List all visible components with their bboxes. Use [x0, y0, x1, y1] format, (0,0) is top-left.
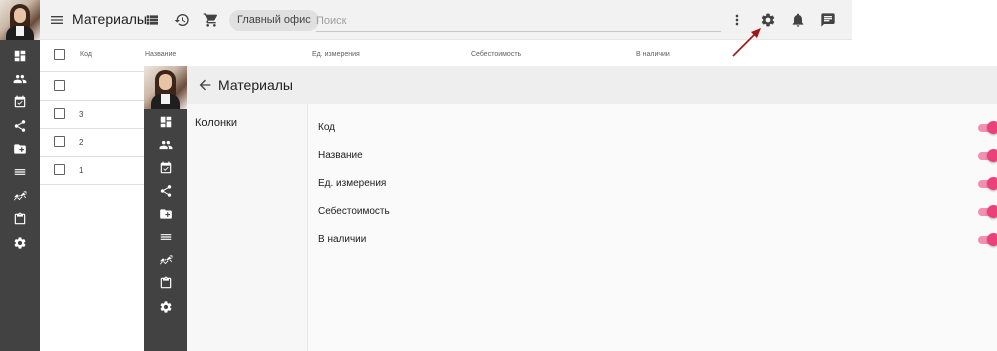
- cart-icon[interactable]: [203, 12, 219, 28]
- page-title: Материалы: [72, 11, 147, 27]
- columns-panel: Код Название Ед. измерения Себестоимость…: [307, 104, 997, 351]
- settings-nav: Колонки: [187, 104, 307, 351]
- front-sidebar: [144, 66, 187, 351]
- divider: [40, 128, 144, 129]
- gear-icon[interactable]: [12, 235, 28, 251]
- annotation-arrow-icon: [732, 28, 761, 57]
- column-toggle[interactable]: [978, 121, 997, 135]
- column-label: Себестоимость: [318, 206, 390, 217]
- clipboard-icon[interactable]: [12, 211, 28, 227]
- row-checkbox[interactable]: [54, 136, 65, 147]
- column-label: Код: [318, 122, 336, 133]
- gear-icon[interactable]: [158, 299, 174, 315]
- trend-icon[interactable]: [158, 252, 174, 268]
- column-row: Код: [318, 121, 997, 135]
- history-icon[interactable]: [174, 12, 190, 28]
- row-code: 2: [79, 138, 84, 147]
- people-icon[interactable]: [158, 137, 174, 153]
- people-icon[interactable]: [12, 71, 28, 87]
- folder-icon[interactable]: [12, 141, 28, 157]
- bell-icon[interactable]: [790, 12, 806, 28]
- column-header[interactable]: В наличии: [636, 51, 670, 58]
- column-row: Ед. измерения: [318, 177, 997, 191]
- divider: [40, 184, 144, 185]
- office-chip[interactable]: Главный офис: [229, 10, 319, 31]
- row-code: 1: [79, 166, 84, 175]
- column-row: Название: [318, 149, 997, 163]
- column-header[interactable]: Ед. измерения: [312, 51, 360, 58]
- share-icon[interactable]: [158, 183, 174, 199]
- column-label: В наличии: [318, 234, 367, 245]
- column-row: В наличии: [318, 233, 997, 247]
- row-checkbox[interactable]: [54, 80, 65, 91]
- avatar[interactable]: [144, 66, 187, 109]
- event-check-icon[interactable]: [12, 94, 28, 110]
- divider: [40, 156, 144, 157]
- chat-icon[interactable]: [820, 12, 836, 28]
- list-icon[interactable]: [12, 164, 28, 180]
- list-icon[interactable]: [158, 229, 174, 245]
- column-settings-window: Материалы Колонки Код Название Ед. измер…: [144, 66, 997, 351]
- trend-icon[interactable]: [12, 188, 28, 204]
- back-sidebar: [0, 0, 40, 351]
- column-toggle[interactable]: [978, 205, 997, 219]
- clipboard-icon[interactable]: [158, 275, 174, 291]
- divider: [40, 71, 144, 72]
- row-checkbox[interactable]: [54, 108, 65, 119]
- column-header[interactable]: Название: [145, 51, 176, 58]
- column-row: Себестоимость: [318, 205, 997, 219]
- select-all-checkbox[interactable]: [54, 49, 65, 60]
- dashboard-icon[interactable]: [158, 114, 174, 130]
- share-icon[interactable]: [12, 118, 28, 134]
- settings-title: Материалы: [218, 77, 293, 93]
- back-arrow-icon[interactable]: [197, 77, 213, 93]
- column-toggle[interactable]: [978, 177, 997, 191]
- row-checkbox[interactable]: [54, 164, 65, 175]
- column-label: Название: [318, 150, 363, 161]
- row-code: 3: [79, 110, 84, 119]
- divider: [40, 100, 144, 101]
- avatar[interactable]: [0, 0, 40, 40]
- folder-icon[interactable]: [158, 206, 174, 222]
- search-box: [316, 10, 721, 32]
- column-toggle[interactable]: [978, 233, 997, 247]
- settings-header: Материалы: [187, 66, 997, 104]
- menu-icon[interactable]: [49, 12, 65, 28]
- event-check-icon[interactable]: [158, 160, 174, 176]
- column-toggle[interactable]: [978, 149, 997, 163]
- column-header[interactable]: Себестоимость: [471, 51, 521, 58]
- dashboard-icon[interactable]: [12, 48, 28, 64]
- search-input[interactable]: [316, 10, 716, 31]
- nav-item-columns[interactable]: Колонки: [195, 117, 237, 129]
- list-icon[interactable]: [144, 12, 160, 28]
- column-label: Ед. измерения: [318, 178, 387, 189]
- column-header[interactable]: Код: [80, 51, 92, 58]
